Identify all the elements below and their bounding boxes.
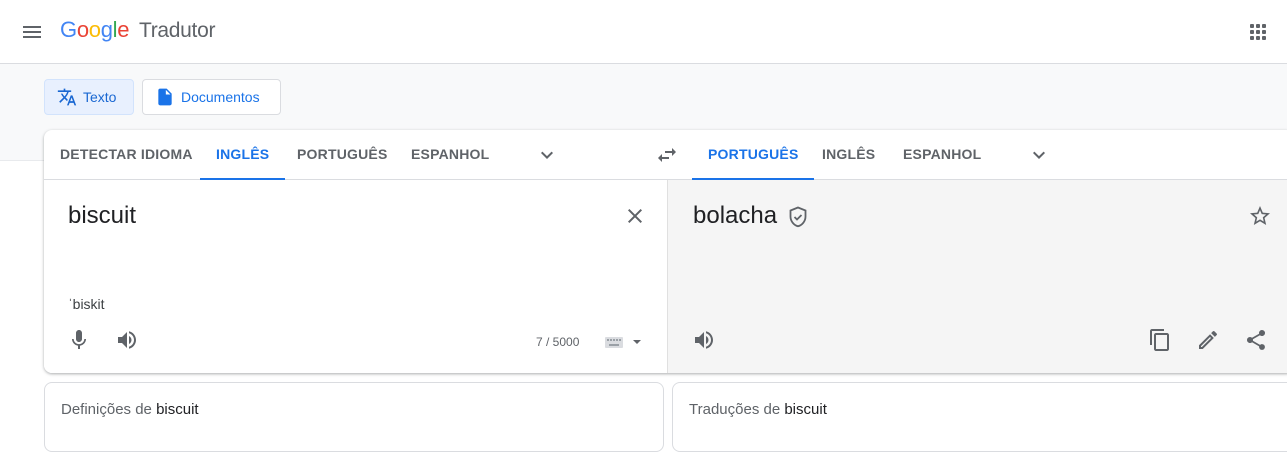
target-lang-more-chevron-icon[interactable]	[1027, 143, 1051, 167]
translated-text: bolacha	[693, 202, 778, 229]
top-bar: Google Tradutor	[0, 0, 1287, 64]
documents-mode-button[interactable]: Documentos	[142, 79, 281, 115]
google-wordmark: Google	[60, 17, 130, 42]
source-listen-speaker-icon[interactable]	[115, 328, 139, 352]
definitions-panel: Definições de biscuit	[44, 382, 664, 452]
translations-prefix: Traduções de	[689, 401, 781, 418]
copy-icon[interactable]	[1148, 328, 1172, 352]
apps-grid-icon[interactable]	[1246, 20, 1270, 44]
source-lang-more-chevron-icon[interactable]	[535, 143, 559, 167]
transliteration: ˈbiskit	[68, 296, 105, 312]
source-lang-spanish[interactable]: ESPANHOL	[395, 130, 505, 180]
definitions-prefix: Definições de	[61, 401, 152, 418]
verified-shield-icon[interactable]	[786, 205, 810, 229]
definitions-word: biscuit	[156, 401, 199, 418]
documents-mode-label: Documentos	[181, 89, 260, 105]
character-count: 7 / 5000	[536, 335, 580, 349]
language-bar: DETECTAR IDIOMA INGLÊS PORTUGUÊS ESPANHO…	[44, 130, 1287, 180]
star-save-icon[interactable]	[1248, 204, 1272, 228]
text-mode-label: Texto	[83, 89, 117, 105]
source-pane: biscuit ˈbiskit 7 / 5000	[44, 180, 667, 373]
source-text-input[interactable]: biscuit	[68, 202, 136, 230]
google-translate-logo[interactable]: Google Tradutor	[60, 17, 215, 43]
target-pane: bolacha	[667, 180, 1287, 373]
source-lang-detect[interactable]: DETECTAR IDIOMA	[44, 130, 209, 180]
share-icon[interactable]	[1244, 328, 1268, 352]
target-lang-portuguese[interactable]: PORTUGUÊS	[692, 130, 815, 180]
document-icon	[158, 88, 172, 106]
translations-title: Traduções de biscuit	[689, 401, 827, 418]
product-name: Tradutor	[138, 19, 216, 42]
translations-word: biscuit	[784, 401, 827, 418]
clear-source-icon[interactable]	[623, 204, 647, 228]
target-lang-english[interactable]: INGLÊS	[806, 130, 891, 180]
keyboard-icon[interactable]	[603, 330, 647, 354]
target-listen-speaker-icon[interactable]	[692, 328, 716, 352]
swap-languages-icon[interactable]	[655, 143, 679, 167]
source-lang-english[interactable]: INGLÊS	[200, 130, 286, 180]
edit-pencil-icon[interactable]	[1196, 328, 1220, 352]
definitions-title: Definições de biscuit	[61, 401, 199, 418]
source-lang-portuguese[interactable]: PORTUGUÊS	[281, 130, 403, 180]
translations-panel: Traduções de biscuit	[672, 382, 1287, 452]
text-mode-button[interactable]: Texto	[44, 79, 134, 115]
translate-icon	[57, 88, 77, 106]
translation-card: DETECTAR IDIOMA INGLÊS PORTUGUÊS ESPANHO…	[44, 130, 1287, 373]
menu-icon[interactable]	[20, 20, 44, 44]
target-lang-spanish[interactable]: ESPANHOL	[887, 130, 997, 180]
microphone-icon[interactable]	[67, 328, 91, 352]
